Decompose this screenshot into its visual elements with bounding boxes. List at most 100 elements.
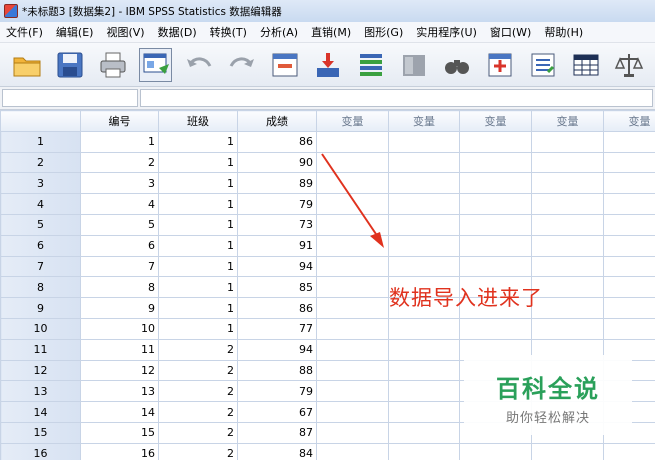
empty-cell[interactable] xyxy=(316,359,389,382)
data-cell[interactable]: 11 xyxy=(80,338,159,361)
data-cell[interactable]: 1 xyxy=(158,255,238,278)
empty-cell[interactable] xyxy=(388,130,460,153)
data-cell[interactable]: 77 xyxy=(237,317,317,340)
column-header[interactable]: 成绩 xyxy=(237,110,317,132)
data-cell[interactable]: 5 xyxy=(80,213,159,236)
empty-cell[interactable] xyxy=(459,213,532,236)
data-cell[interactable]: 1 xyxy=(158,193,238,215)
data-cell[interactable]: 2 xyxy=(80,151,159,174)
row-number[interactable]: 10 xyxy=(0,317,81,340)
empty-cell[interactable] xyxy=(316,213,389,236)
data-cell[interactable]: 84 xyxy=(237,442,317,460)
data-cell[interactable]: 1 xyxy=(158,234,238,257)
print-button[interactable] xyxy=(96,48,129,82)
data-cell[interactable]: 73 xyxy=(237,213,317,236)
goto-variable-button[interactable] xyxy=(311,48,344,82)
row-number[interactable]: 6 xyxy=(0,234,81,257)
data-cell[interactable]: 2 xyxy=(158,359,238,382)
menu-edit[interactable]: 编辑(E) xyxy=(50,24,101,40)
data-cell[interactable]: 1 xyxy=(158,317,238,340)
row-number[interactable]: 9 xyxy=(0,297,81,319)
data-cell[interactable]: 8 xyxy=(80,276,159,299)
empty-cell[interactable] xyxy=(388,172,460,195)
data-cell[interactable]: 12 xyxy=(80,359,159,382)
menu-transform[interactable]: 转换(T) xyxy=(204,24,254,40)
column-header-empty[interactable]: 变量 xyxy=(459,110,532,132)
empty-cell[interactable] xyxy=(316,380,389,403)
empty-cell[interactable] xyxy=(603,151,655,174)
row-number[interactable]: 4 xyxy=(0,193,81,215)
empty-cell[interactable] xyxy=(316,130,389,153)
empty-cell[interactable] xyxy=(388,421,460,444)
empty-cell[interactable] xyxy=(531,255,604,278)
empty-cell[interactable] xyxy=(316,276,389,299)
data-cell[interactable]: 1 xyxy=(158,130,238,153)
row-number[interactable]: 16 xyxy=(0,442,81,460)
empty-cell[interactable] xyxy=(531,151,604,174)
menu-graphs[interactable]: 图形(G) xyxy=(358,24,410,40)
find-button[interactable] xyxy=(440,48,473,82)
data-cell[interactable]: 16 xyxy=(80,442,159,460)
empty-cell[interactable] xyxy=(531,317,604,340)
insert-variable-button[interactable] xyxy=(526,48,559,82)
empty-cell[interactable] xyxy=(459,442,532,460)
empty-cell[interactable] xyxy=(459,234,532,257)
data-cell[interactable]: 1 xyxy=(158,276,238,299)
data-cell[interactable]: 85 xyxy=(237,276,317,299)
menu-direct-marketing[interactable]: 直销(M) xyxy=(305,24,358,40)
empty-cell[interactable] xyxy=(316,317,389,340)
empty-cell[interactable] xyxy=(388,401,460,423)
data-cell[interactable]: 9 xyxy=(80,297,159,319)
variables-button[interactable] xyxy=(354,48,387,82)
empty-cell[interactable] xyxy=(531,130,604,153)
empty-cell[interactable] xyxy=(388,151,460,174)
empty-cell[interactable] xyxy=(459,255,532,278)
data-cell[interactable]: 2 xyxy=(158,421,238,444)
row-number[interactable]: 5 xyxy=(0,213,81,236)
data-cell[interactable]: 86 xyxy=(237,297,317,319)
empty-cell[interactable] xyxy=(316,442,389,460)
empty-cell[interactable] xyxy=(531,442,604,460)
descriptive-button[interactable] xyxy=(397,48,430,82)
empty-cell[interactable] xyxy=(459,193,532,215)
column-header-empty[interactable]: 变量 xyxy=(531,110,604,132)
data-cell[interactable]: 67 xyxy=(237,401,317,423)
data-cell[interactable]: 86 xyxy=(237,130,317,153)
data-cell[interactable]: 79 xyxy=(237,193,317,215)
data-cell[interactable]: 10 xyxy=(80,317,159,340)
cell-value-field[interactable] xyxy=(140,89,653,107)
menu-window[interactable]: 窗口(W) xyxy=(484,24,538,40)
empty-cell[interactable] xyxy=(388,442,460,460)
cell-reference-field[interactable] xyxy=(2,89,138,107)
empty-cell[interactable] xyxy=(388,317,460,340)
empty-cell[interactable] xyxy=(388,234,460,257)
column-header[interactable]: 编号 xyxy=(80,110,159,132)
row-number[interactable]: 1 xyxy=(0,130,81,153)
row-number[interactable]: 13 xyxy=(0,380,81,403)
data-cell[interactable]: 14 xyxy=(80,401,159,423)
empty-cell[interactable] xyxy=(388,338,460,361)
row-number[interactable]: 2 xyxy=(0,151,81,174)
menu-data[interactable]: 数据(D) xyxy=(152,24,204,40)
split-file-button[interactable] xyxy=(569,48,602,82)
empty-cell[interactable] xyxy=(316,297,389,319)
data-cell[interactable]: 1 xyxy=(158,213,238,236)
empty-cell[interactable] xyxy=(459,172,532,195)
empty-cell[interactable] xyxy=(316,193,389,215)
data-cell[interactable]: 4 xyxy=(80,193,159,215)
open-button[interactable] xyxy=(10,48,43,82)
empty-cell[interactable] xyxy=(316,255,389,278)
empty-cell[interactable] xyxy=(603,442,655,460)
data-cell[interactable]: 89 xyxy=(237,172,317,195)
goto-case-button[interactable] xyxy=(268,48,301,82)
column-header[interactable]: 班级 xyxy=(158,110,238,132)
menu-analyze[interactable]: 分析(A) xyxy=(254,24,305,40)
row-number[interactable]: 8 xyxy=(0,276,81,299)
data-cell[interactable]: 2 xyxy=(158,338,238,361)
empty-cell[interactable] xyxy=(316,234,389,257)
empty-cell[interactable] xyxy=(388,193,460,215)
empty-cell[interactable] xyxy=(316,172,389,195)
row-number[interactable]: 11 xyxy=(0,338,81,361)
row-number[interactable]: 3 xyxy=(0,172,81,195)
empty-cell[interactable] xyxy=(316,338,389,361)
